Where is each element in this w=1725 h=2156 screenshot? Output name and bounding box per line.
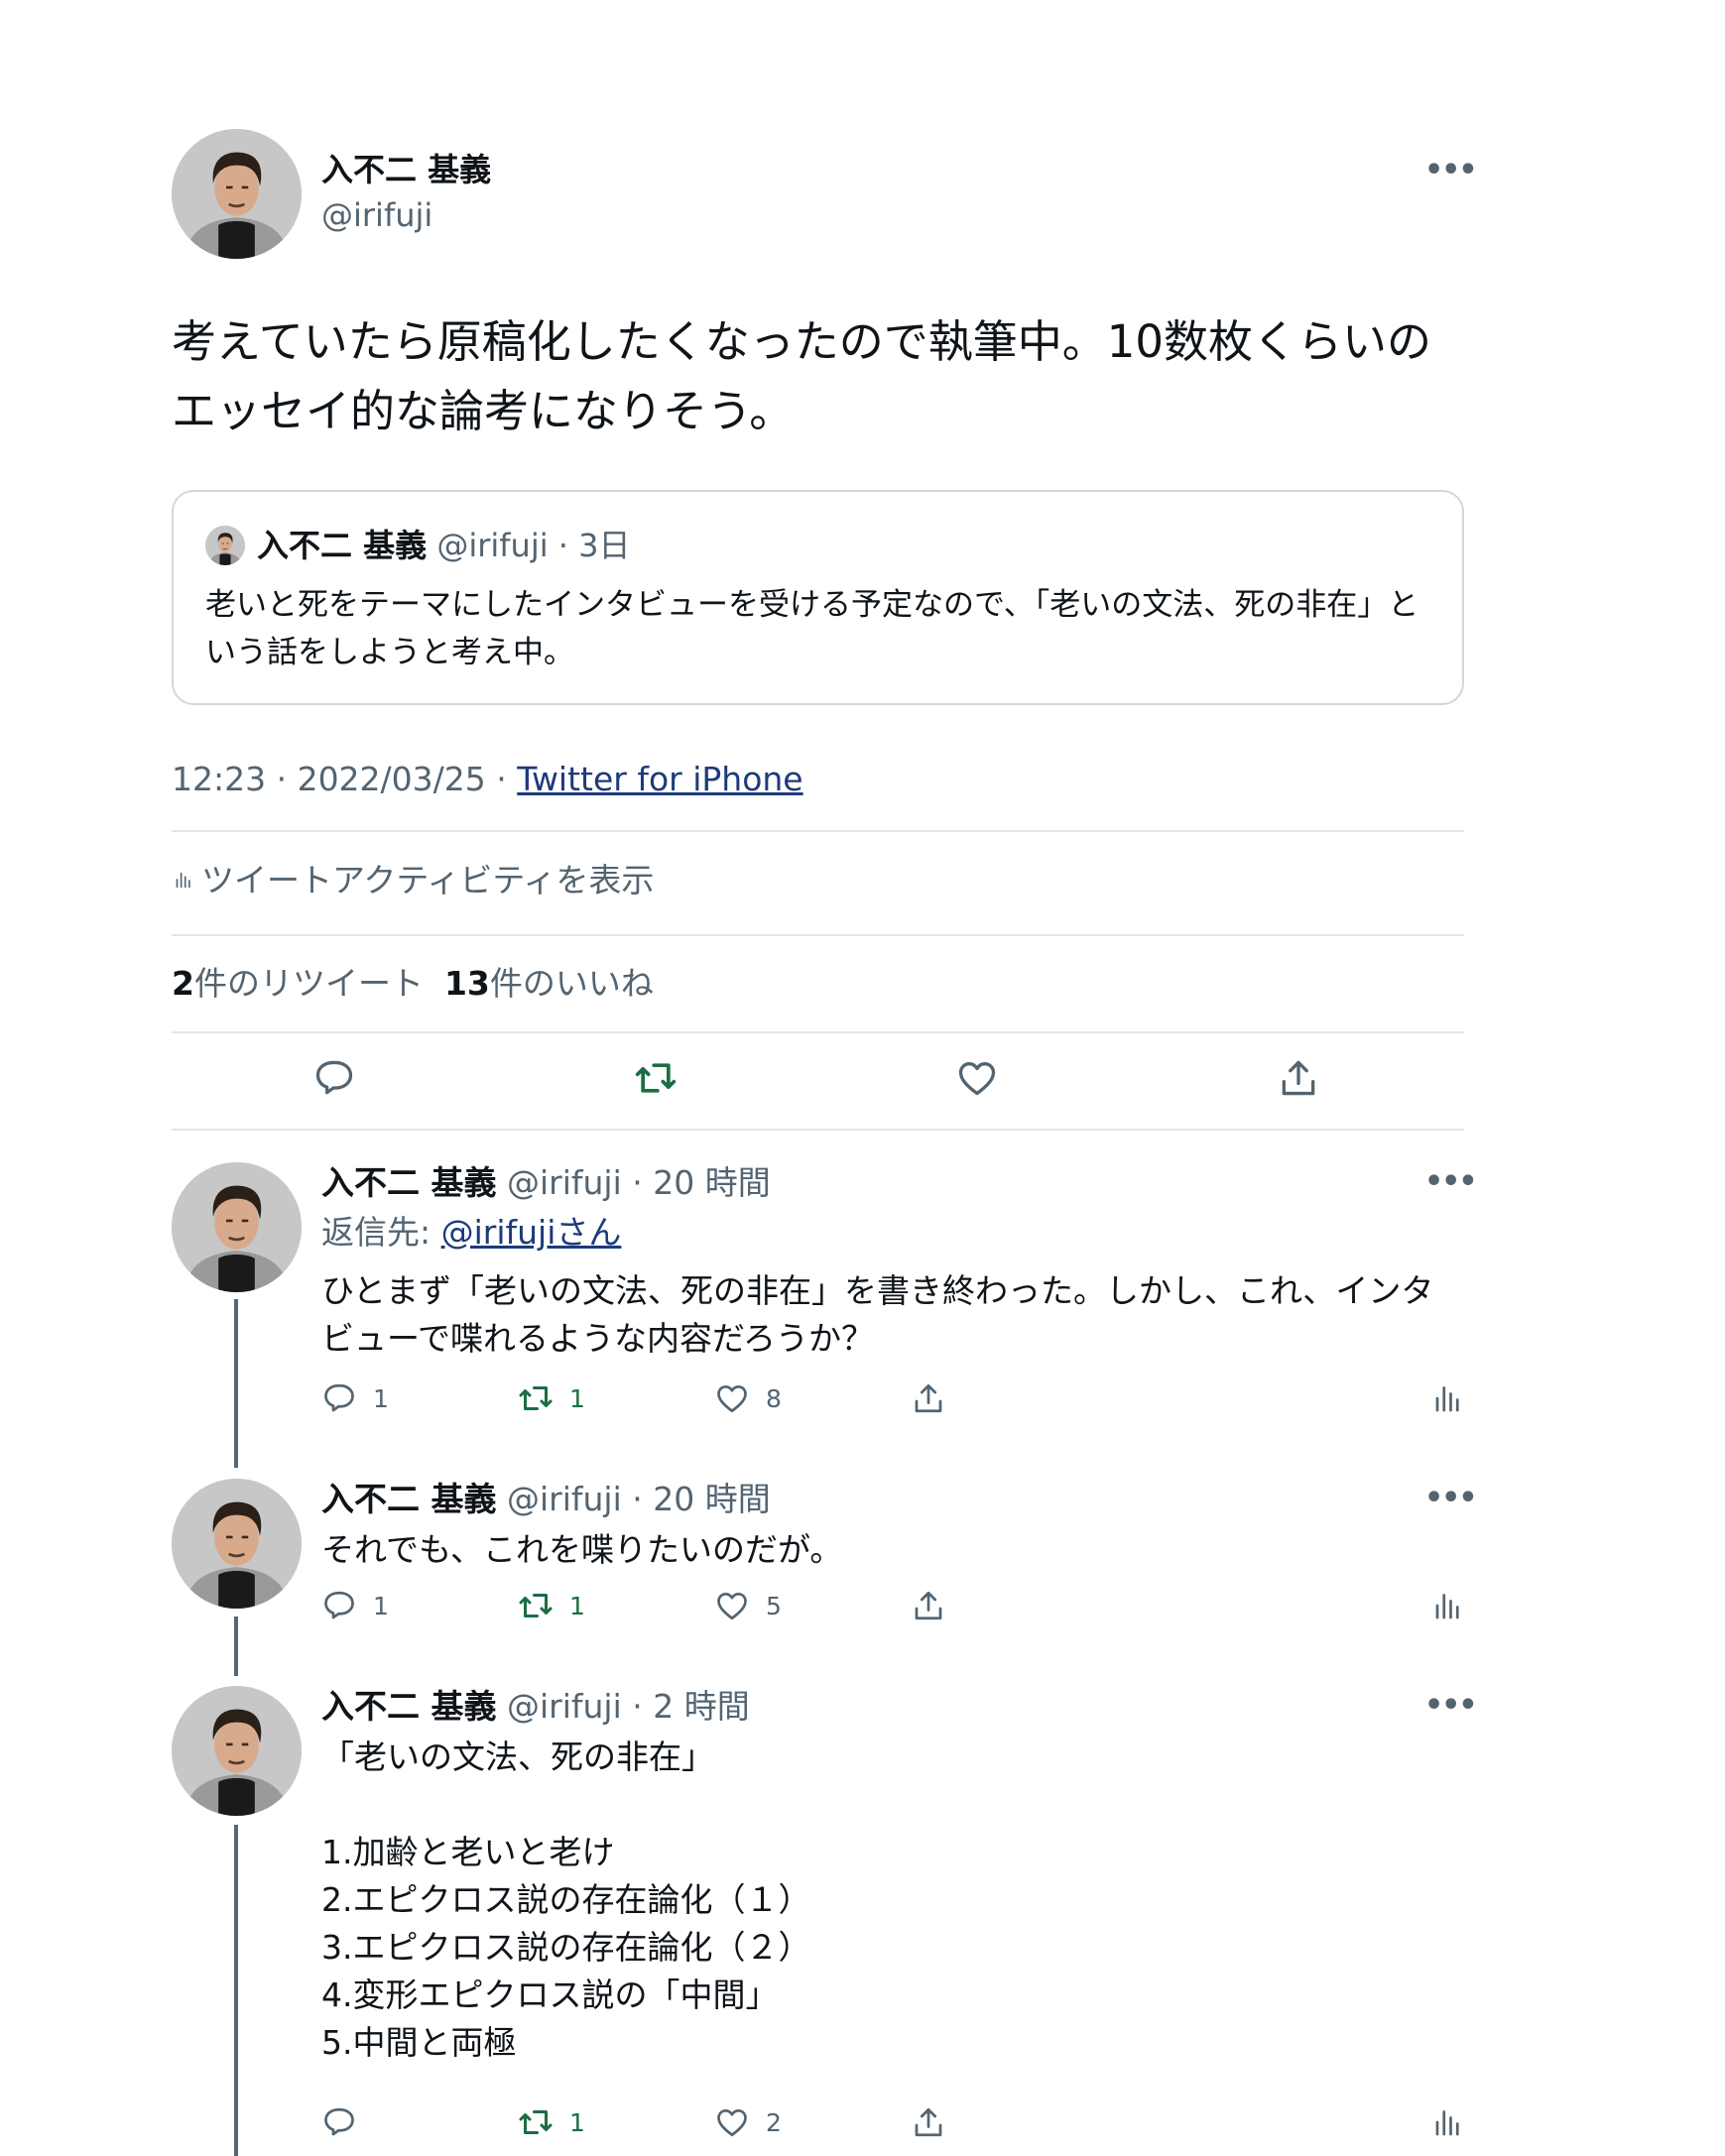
share-icon xyxy=(911,1588,946,1623)
more-dots-icon[interactable]: ••• xyxy=(1424,1484,1478,1513)
retweet-button[interactable]: 1 xyxy=(518,1586,585,1625)
reply-icon xyxy=(321,1380,357,1416)
reply-text: 「老いの文法、死の非在」 1.加齢と老いと老け 2.エピクロス説の存在論化（１）… xyxy=(321,1737,811,2062)
share-icon xyxy=(911,1380,946,1416)
quoted-meta: @irifuji · 3日 xyxy=(436,527,631,564)
engagement-stats: 2件のリツイート 13件のいいね xyxy=(172,962,654,1006)
retweet-count-label[interactable]: 件のリツイート xyxy=(194,964,424,1003)
reply-action-bar: 1 1 8 xyxy=(321,1378,1464,1418)
author-name[interactable]: 入不二 基義 xyxy=(321,1480,497,1518)
like-button[interactable]: 5 xyxy=(714,1586,782,1625)
reply-button[interactable]: 1 xyxy=(321,1378,389,1418)
reply-button[interactable] xyxy=(321,2102,373,2142)
avatar[interactable] xyxy=(172,1162,302,1292)
reply-icon xyxy=(321,1588,357,1623)
divider xyxy=(172,1129,1464,1131)
analytics-icon xyxy=(172,865,193,895)
like-icon[interactable] xyxy=(955,1056,999,1100)
retweet-button[interactable]: 1 xyxy=(518,2102,585,2142)
reply-meta: @irifuji · 20 時間 xyxy=(496,1163,771,1202)
activity-label: ツイートアクティビティを表示 xyxy=(201,861,655,899)
share-button[interactable] xyxy=(911,1378,946,1418)
like-button[interactable]: 2 xyxy=(714,2102,782,2142)
quoted-tweet-text: 老いと死をテーマにしたインタビューを受ける予定なので、「老いの文法、死の非在」と… xyxy=(205,587,1419,670)
tweet-action-bar xyxy=(172,1056,1464,1116)
author-name[interactable]: 入不二 基義 xyxy=(321,1163,497,1202)
tweet-detail: 入不二 基義 @irifuji ••• 考えていたら原稿化したくなったので執筆中… xyxy=(172,0,1478,2156)
avatar[interactable] xyxy=(172,129,302,259)
reply-meta: @irifuji · 2 時間 xyxy=(496,1687,750,1726)
source-link[interactable]: Twitter for iPhone xyxy=(517,760,802,798)
reply-icon[interactable] xyxy=(312,1056,356,1100)
like-count: 2 xyxy=(766,2107,782,2137)
retweet-count[interactable]: 2 xyxy=(172,964,194,1003)
reply-text: それでも、これを喋りたいのだが。 xyxy=(321,1530,843,1569)
reply-icon xyxy=(321,2104,357,2140)
reply-to-prefix: 返信先: xyxy=(321,1213,441,1252)
like-icon xyxy=(714,1380,750,1416)
like-button[interactable]: 8 xyxy=(714,1378,782,1418)
timestamp-text: 12:23 · 2022/03/25 · xyxy=(172,760,518,798)
analytics-button[interactable] xyxy=(1428,1378,1464,1418)
like-count: 5 xyxy=(766,1591,782,1620)
divider xyxy=(172,934,1464,936)
analytics-button[interactable] xyxy=(1428,1586,1464,1625)
reply-tweet[interactable]: 入不二 基義 @irifuji · 2 時間 ••• 「老いの文法、死の非在」 … xyxy=(172,1686,1478,2152)
author-name[interactable]: 入不二 基義 xyxy=(321,1687,497,1726)
reply-header: 入不二 基義 @irifuji · 2 時間 xyxy=(321,1686,750,1728)
quoted-tweet-header: 入不二 基義 @irifuji · 3日 xyxy=(257,526,630,565)
retweet-count: 1 xyxy=(569,1383,585,1413)
reply-tweet[interactable]: 入不二 基義 @irifuji · 20 時間 ••• 返信先: @irifuj… xyxy=(172,1162,1478,1450)
share-icon[interactable] xyxy=(1277,1056,1320,1100)
analytics-icon xyxy=(1428,1588,1464,1623)
retweet-icon xyxy=(518,1380,554,1416)
like-count-label[interactable]: 件のいいね xyxy=(490,964,654,1003)
reply-tweet[interactable]: 入不二 基義 @irifuji · 20 時間 ••• それでも、これを喋りたい… xyxy=(172,1479,1478,1627)
more-dots-icon[interactable]: ••• xyxy=(1424,1167,1478,1197)
reply-count: 1 xyxy=(373,1383,389,1413)
retweet-icon[interactable] xyxy=(634,1056,678,1100)
like-count[interactable]: 13 xyxy=(444,964,490,1003)
reply-meta: @irifuji · 20 時間 xyxy=(496,1480,771,1518)
avatar xyxy=(205,526,245,565)
tweet-activity-link[interactable]: ツイートアクティビティを表示 xyxy=(172,859,654,902)
analytics-button[interactable] xyxy=(1428,2102,1464,2142)
retweet-button[interactable]: 1 xyxy=(518,1378,585,1418)
tweet-text: 考えていたら原稿化したくなったので執筆中。10数枚くらいのエッセイ的な論考になり… xyxy=(172,315,1432,437)
analytics-icon xyxy=(1428,2104,1464,2140)
analytics-icon xyxy=(1428,1380,1464,1416)
share-icon xyxy=(911,2104,946,2140)
like-icon xyxy=(714,1588,750,1623)
like-count: 8 xyxy=(766,1383,782,1413)
divider xyxy=(172,830,1464,832)
avatar[interactable] xyxy=(172,1686,302,1816)
share-button[interactable] xyxy=(911,2102,946,2142)
reply-header: 入不二 基義 @irifuji · 20 時間 xyxy=(321,1479,771,1520)
divider xyxy=(172,1031,1464,1033)
share-button[interactable] xyxy=(911,1586,946,1625)
reply-text: ひとまず「老いの文法、死の非在」を書き終わった。しかし、これ、インタビューで喋れ… xyxy=(321,1271,1434,1358)
avatar[interactable] xyxy=(172,1479,302,1609)
retweet-count: 1 xyxy=(569,1591,585,1620)
like-icon xyxy=(714,2104,750,2140)
more-dots-icon[interactable]: ••• xyxy=(1424,1691,1478,1721)
more-dots-icon[interactable]: ••• xyxy=(1424,156,1478,185)
reply-header: 入不二 基義 @irifuji · 20 時間 xyxy=(321,1162,771,1204)
reply-button[interactable]: 1 xyxy=(321,1586,389,1625)
retweet-icon xyxy=(518,2104,554,2140)
quoted-tweet[interactable]: 入不二 基義 @irifuji · 3日 老いと死をテーマにしたインタビューを受… xyxy=(172,490,1464,705)
reply-to-handle[interactable]: @irifujiさん xyxy=(441,1213,622,1252)
author-handle[interactable]: @irifuji xyxy=(321,196,432,234)
main-tweet-header: 入不二 基義 @irifuji ••• xyxy=(172,129,1478,260)
tweet-timestamp: 12:23 · 2022/03/25 · Twitter for iPhone xyxy=(172,758,803,801)
reply-action-bar: 1 2 xyxy=(321,2102,1464,2142)
reply-to-line: 返信先: @irifujiさん xyxy=(321,1212,621,1254)
author-name[interactable]: 入不二 基義 xyxy=(321,151,491,188)
retweet-count: 1 xyxy=(569,2107,585,2137)
reply-count: 1 xyxy=(373,1591,389,1620)
retweet-icon xyxy=(518,1588,554,1623)
quoted-author-name: 入不二 基義 xyxy=(257,527,428,564)
reply-action-bar: 1 1 5 xyxy=(321,1586,1464,1625)
